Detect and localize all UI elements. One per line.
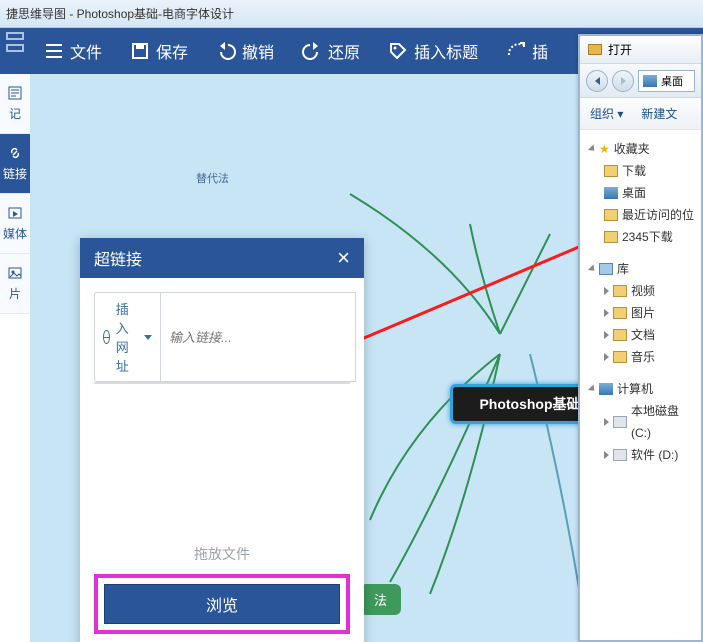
insert-url-dropdown[interactable]: 插入网址: [94, 292, 161, 382]
save-label: 保存: [156, 39, 188, 63]
hyperlink-title: 超链接: [94, 246, 142, 270]
docs-icon: [613, 329, 627, 341]
tree-library[interactable]: 库: [584, 258, 697, 280]
tree-recent[interactable]: 最近访问的位: [584, 204, 697, 226]
open-dialog: 打开 桌面 组织 ▾ 新建文 ★收藏夹 下载 桌面 最近访问的位 2345下载 …: [578, 34, 703, 642]
folder-tree: ★收藏夹 下载 桌面 最近访问的位 2345下载 库 视频 图片 文档 音乐 计…: [580, 130, 701, 474]
desktop-icon: [604, 187, 618, 199]
tree-downloads[interactable]: 下载: [584, 160, 697, 182]
tab-media-label: 媒体: [3, 225, 27, 242]
media-icon: [7, 205, 23, 221]
library-icon: [599, 263, 613, 275]
redo-icon: [302, 41, 322, 61]
tree-cdrive[interactable]: 本地磁盘 (C:): [584, 400, 697, 444]
picture-icon: [7, 265, 23, 281]
hyperlink-dialog: 超链接 × 插入网址 拖放文件 浏览: [80, 238, 364, 642]
tree-music[interactable]: 音乐: [584, 346, 697, 368]
annotation-arrow: [350, 234, 610, 344]
tab-note-label: 记: [9, 105, 21, 122]
tree-desktop[interactable]: 桌面: [584, 182, 697, 204]
file-menu[interactable]: 文件: [44, 39, 102, 63]
undo-icon: [216, 41, 236, 61]
redo-button[interactable]: 还原: [302, 39, 360, 63]
tab-media[interactable]: 媒体: [0, 194, 30, 254]
pictures-icon: [613, 307, 627, 319]
tree-pictures[interactable]: 图片: [584, 302, 697, 324]
drive-icon: [613, 416, 627, 428]
browse-highlight: 浏览: [94, 574, 350, 634]
desktop-icon: [643, 75, 657, 87]
organize-button[interactable]: 组织 ▾: [590, 105, 623, 122]
url-input[interactable]: [161, 292, 356, 382]
path-label: 桌面: [661, 73, 683, 89]
new-folder-button[interactable]: 新建文: [641, 105, 677, 122]
folder-icon: [604, 231, 618, 243]
plus-arc-icon: [506, 41, 526, 61]
insert-more-button[interactable]: 插: [506, 39, 548, 63]
computer-icon: [599, 383, 613, 395]
redo-label: 还原: [328, 39, 360, 63]
drop-file-hint: 拖放文件: [94, 544, 350, 564]
insert-more-label: 插: [532, 39, 548, 63]
music-icon: [613, 351, 627, 363]
insert-url-label: 插入网址: [116, 299, 136, 375]
recent-icon: [604, 209, 618, 221]
close-icon[interactable]: ×: [337, 245, 350, 271]
tree-favorites[interactable]: ★收藏夹: [584, 138, 697, 160]
tab-link[interactable]: 链接: [0, 134, 30, 194]
window-title: 捷思维导图 - Photoshop基础-电商字体设计: [0, 0, 703, 28]
browse-button[interactable]: 浏览: [104, 584, 340, 624]
hamburger-icon: [44, 41, 64, 61]
file-label: 文件: [70, 39, 102, 63]
tree-video[interactable]: 视频: [584, 280, 697, 302]
side-tabs: 记 链接 媒体 片: [0, 74, 30, 314]
globe-icon: [103, 330, 110, 344]
tab-note[interactable]: 记: [0, 74, 30, 134]
path-breadcrumb[interactable]: 桌面: [638, 70, 695, 92]
mindmap-child-1[interactable]: 法: [360, 584, 401, 615]
save-button[interactable]: 保存: [130, 39, 188, 63]
link-icon: [7, 145, 23, 161]
tree-computer[interactable]: 计算机: [584, 378, 697, 400]
tree-2345[interactable]: 2345下载: [584, 226, 697, 248]
arrow-left-icon: [595, 77, 600, 85]
folder-icon: [588, 44, 602, 55]
insert-title-button[interactable]: 插入标题: [388, 39, 478, 63]
folder-icon: [604, 165, 618, 177]
nav-forward-button[interactable]: [612, 70, 634, 92]
chevron-down-icon: [144, 335, 152, 340]
tree-ddrive[interactable]: 软件 (D:): [584, 444, 697, 466]
star-icon: ★: [599, 138, 610, 160]
open-dialog-title: 打开: [608, 41, 632, 58]
tab-pic-label: 片: [9, 285, 21, 302]
canvas-label: 替代法: [196, 170, 229, 186]
insert-title-label: 插入标题: [414, 39, 478, 63]
save-icon: [130, 41, 150, 61]
note-icon: [7, 85, 23, 101]
arrow-right-icon: [621, 77, 626, 85]
drive-icon: [613, 449, 627, 461]
undo-button[interactable]: 撤销: [216, 39, 274, 63]
tab-pic[interactable]: 片: [0, 254, 30, 314]
ribbon-handle: [0, 28, 30, 74]
tab-link-label: 链接: [3, 165, 27, 182]
tree-docs[interactable]: 文档: [584, 324, 697, 346]
tag-icon: [388, 41, 408, 61]
nav-back-button[interactable]: [586, 70, 608, 92]
undo-label: 撤销: [242, 39, 274, 63]
video-icon: [613, 285, 627, 297]
